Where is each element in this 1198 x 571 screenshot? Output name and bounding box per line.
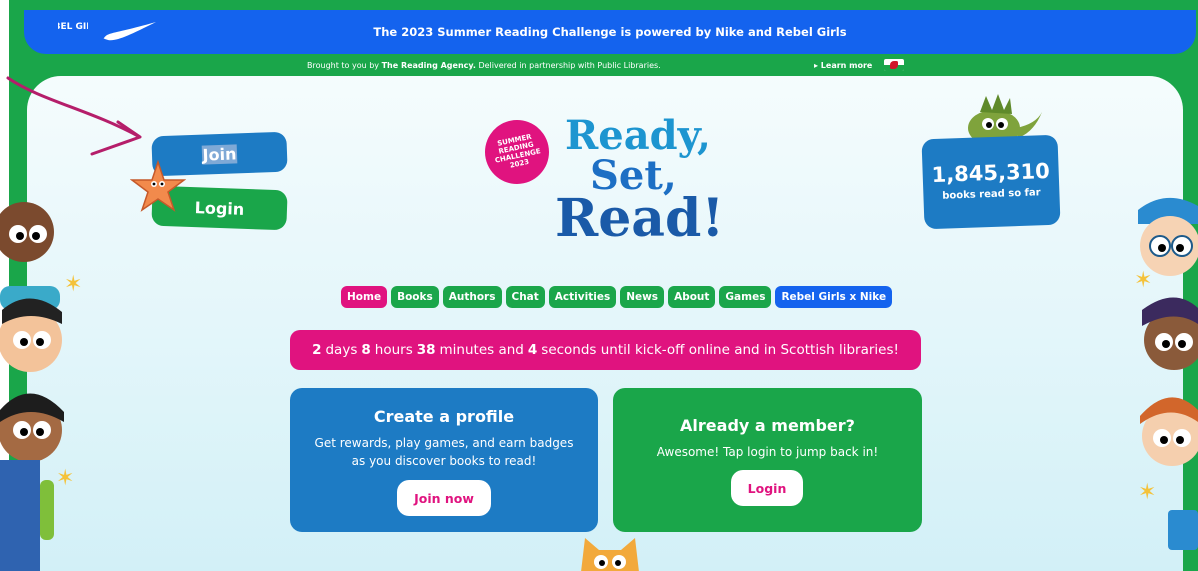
logo-read: Read! — [555, 188, 725, 249]
sponsor-text: The 2023 Summer Reading Challenge is pow… — [373, 25, 847, 39]
member-card: Already a member? Awesome! Tap login to … — [613, 388, 922, 532]
create-profile-card: Create a profile Get rewards, play games… — [290, 388, 598, 532]
credit-text: Brought to you by The Reading Agency. De… — [307, 61, 661, 70]
books-read-counter: 1,845,310 books read so far — [921, 134, 1061, 230]
nav-home[interactable]: Home — [341, 286, 388, 308]
nav-books[interactable]: Books — [391, 286, 439, 308]
sparkle-star-icon: ✶ — [1134, 268, 1153, 293]
annotation-arrow-icon — [6, 76, 142, 156]
main-nav: Home Books Authors Chat Activities News … — [341, 286, 893, 308]
books-read-label: books read so far — [942, 187, 1041, 202]
right-characters-illustration — [1138, 197, 1198, 550]
nav-authors[interactable]: Authors — [442, 286, 502, 308]
nav-rebel-girls-nike[interactable]: Rebel Girls x Nike — [775, 286, 893, 308]
nav-activities[interactable]: Activities — [548, 286, 617, 308]
sparkle-star-icon: ✶ — [64, 272, 83, 297]
learn-more-link[interactable]: ▸ Learn more — [814, 61, 872, 70]
join-now-button[interactable]: Join now — [397, 480, 491, 516]
member-login-button[interactable]: Login — [731, 470, 803, 506]
left-characters-illustration — [0, 202, 64, 571]
sparkle-star-icon: ✶ — [1138, 480, 1157, 505]
nav-news[interactable]: News — [620, 286, 665, 308]
credit-bar: Brought to you by The Reading Agency. De… — [24, 56, 1196, 76]
sponsor-bar: REBEL GIRLS The 2023 Summer Reading Chal… — [24, 10, 1196, 54]
starfish-icon — [130, 160, 186, 212]
member-text: Awesome! Tap login to jump back in! — [656, 445, 879, 459]
nav-chat[interactable]: Chat — [505, 286, 545, 308]
books-read-count: 1,845,310 — [931, 158, 1051, 188]
countdown-banner: 2 days 8 hours 38 minutes and 4 seconds unti… — [290, 330, 921, 370]
sparkle-star-icon: ✶ — [56, 466, 75, 491]
cat-character-icon — [581, 538, 639, 571]
member-title: Already a member? — [680, 416, 855, 435]
nav-about[interactable]: About — [668, 286, 716, 308]
create-profile-title: Create a profile — [373, 407, 515, 426]
welsh-flag-icon[interactable] — [884, 59, 904, 71]
nav-games[interactable]: Games — [719, 286, 772, 308]
create-profile-text: Get rewards, play games, and earn badges… — [314, 436, 574, 468]
